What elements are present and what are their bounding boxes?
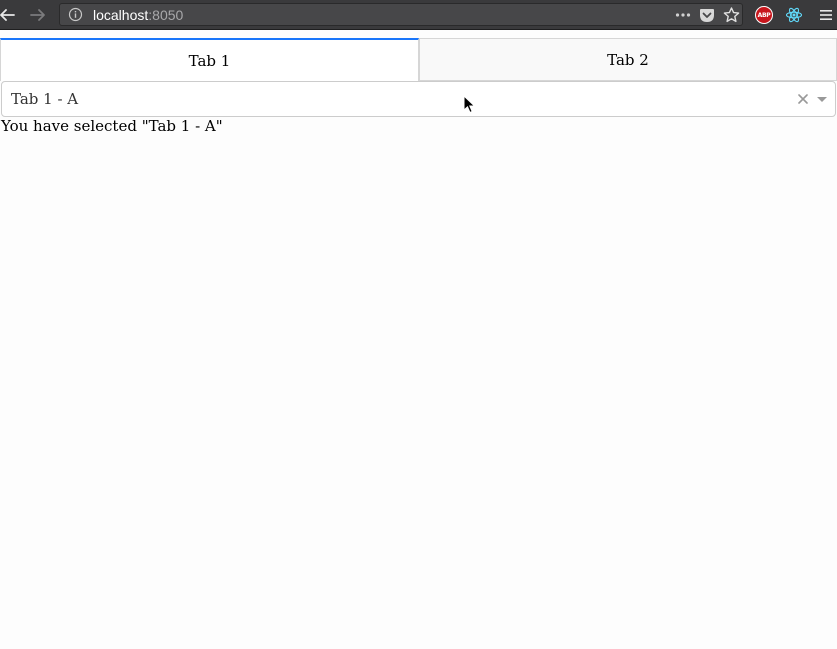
page-actions-button[interactable] bbox=[674, 6, 692, 24]
close-icon bbox=[798, 94, 808, 104]
dropdown-value: Tab 1 - A bbox=[11, 90, 79, 108]
adblock-plus-button[interactable]: ABP bbox=[754, 5, 774, 25]
bookmark-button[interactable] bbox=[722, 6, 740, 24]
pocket-button[interactable] bbox=[698, 6, 716, 24]
hamburger-menu-icon bbox=[820, 10, 832, 20]
address-bar[interactable]: localhost:8050 bbox=[59, 3, 743, 26]
pocket-icon bbox=[700, 8, 714, 22]
browser-toolbar: localhost:8050 ABP bbox=[0, 0, 837, 30]
url-host: localhost bbox=[93, 7, 149, 23]
arrow-right-icon bbox=[30, 9, 45, 21]
adblock-plus-icon: ABP bbox=[755, 6, 773, 24]
tab-1[interactable]: Tab 1 bbox=[0, 38, 419, 81]
forward-button[interactable] bbox=[27, 4, 49, 26]
url-text[interactable]: localhost:8050 bbox=[93, 7, 183, 23]
dropdown-clear-button[interactable] bbox=[795, 91, 811, 107]
mouse-cursor-icon bbox=[463, 95, 476, 114]
back-button[interactable] bbox=[0, 4, 18, 26]
tab-label: Tab 2 bbox=[607, 50, 649, 69]
arrow-left-icon bbox=[0, 9, 15, 21]
more-icon bbox=[675, 13, 691, 17]
tab-2[interactable]: Tab 2 bbox=[419, 38, 837, 81]
url-port: :8050 bbox=[148, 7, 184, 23]
react-icon bbox=[785, 7, 803, 23]
caret-down-icon bbox=[817, 96, 827, 102]
tabs: Tab 1 Tab 2 bbox=[0, 38, 837, 81]
menu-button[interactable] bbox=[816, 5, 836, 25]
info-icon[interactable] bbox=[68, 7, 83, 22]
star-icon bbox=[723, 7, 739, 23]
dropdown-toggle[interactable] bbox=[813, 91, 831, 107]
dropdown[interactable]: Tab 1 - A bbox=[1, 81, 836, 117]
tab-label: Tab 1 bbox=[188, 51, 231, 70]
selection-output: You have selected "Tab 1 - A" bbox=[1, 117, 223, 135]
react-devtools-button[interactable] bbox=[784, 5, 804, 25]
